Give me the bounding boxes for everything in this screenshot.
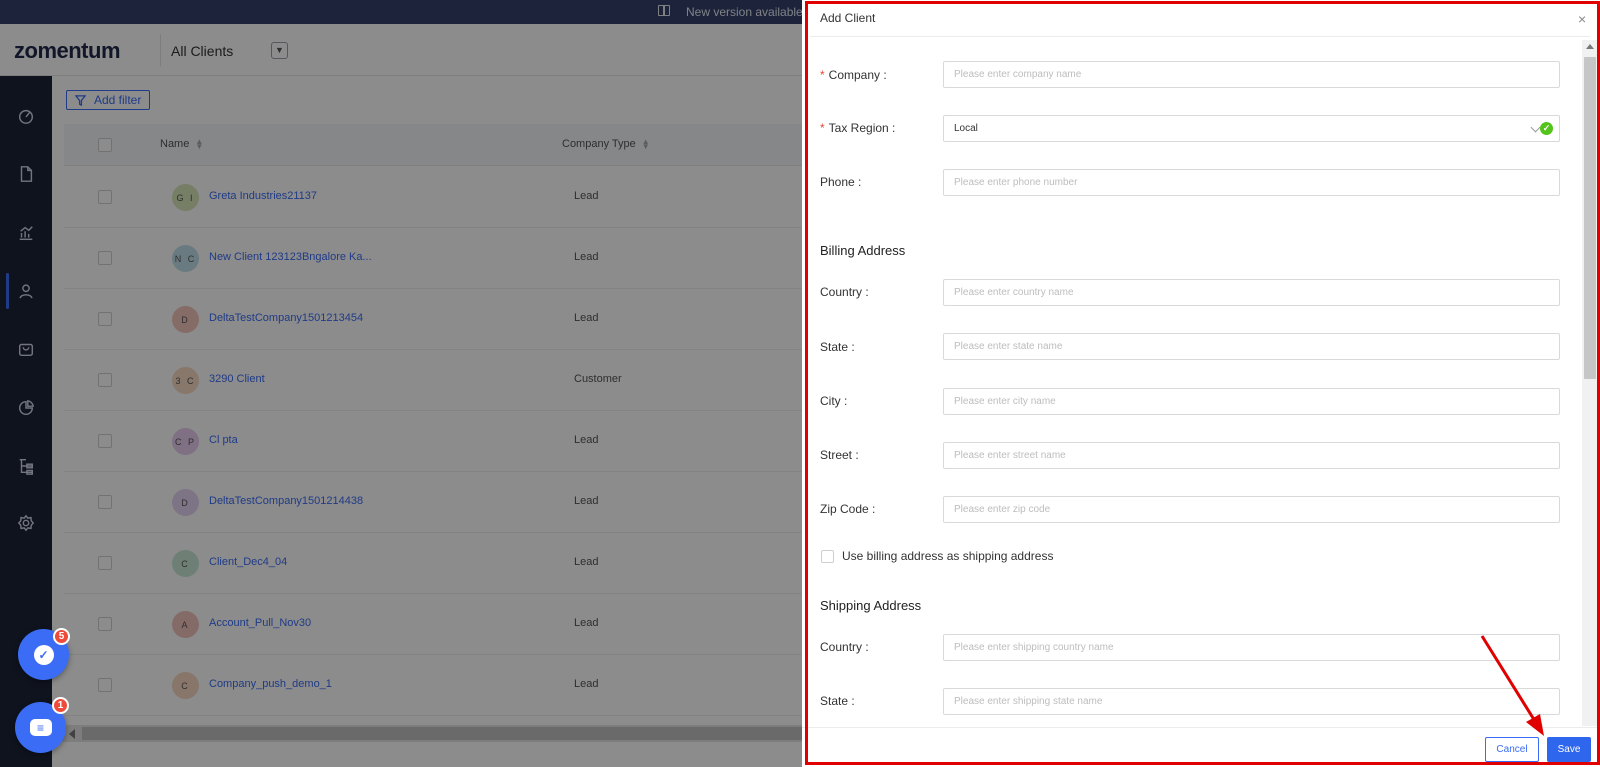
drawer-footer: Cancel Save [802,727,1600,767]
add-client-drawer: Add Client × * Company : Please enter com… [802,0,1600,767]
billing-street-label: Street : [820,448,859,462]
shipping-country-label: Country : [820,640,869,654]
same-address-checkbox[interactable] [821,550,834,563]
vertical-scrollbar[interactable] [1582,40,1598,726]
billing-zip-input[interactable]: Please enter zip code [943,496,1560,523]
drawer-divider [810,36,1590,37]
phone-input[interactable]: Please enter phone number [943,169,1560,196]
billing-state-label: State : [820,340,855,354]
save-button[interactable]: Save [1547,737,1591,762]
chat-icon: ≡ [29,719,52,736]
chat-badge: 1 [52,697,69,714]
billing-country-label: Country : [820,285,869,299]
check-icon: ✓ [33,644,54,665]
close-icon[interactable]: × [1578,12,1586,26]
billing-city-label: City : [820,394,848,408]
shipping-country-input[interactable]: Please enter shipping country name [943,634,1560,661]
scroll-up-icon[interactable] [1586,44,1594,49]
company-label: * Company : [820,68,887,82]
same-address-label[interactable]: Use billing address as shipping address [842,549,1053,563]
phone-label: Phone : [820,175,862,189]
check-circle-icon: ✓ [1540,122,1553,135]
scrollbar-thumb[interactable] [1584,57,1596,379]
tasks-badge: 5 [53,628,70,645]
chevron-down-icon [1530,122,1541,133]
shipping-state-input[interactable]: Please enter shipping state name [943,688,1560,715]
modal-overlay[interactable] [0,0,802,767]
shipping-address-title: Shipping Address [820,598,922,613]
tax-region-value: Local [954,123,978,134]
billing-address-title: Billing Address [820,243,906,258]
company-input[interactable]: Please enter company name [943,61,1560,88]
shipping-state-label: State : [820,694,855,708]
billing-street-input[interactable]: Please enter street name [943,442,1560,469]
billing-country-input[interactable]: Please enter country name [943,279,1560,306]
tax-region-label: * Tax Region : [820,121,896,135]
drawer-title: Add Client [820,11,876,25]
billing-state-input[interactable]: Please enter state name [943,333,1560,360]
billing-zip-label: Zip Code : [820,502,876,516]
billing-city-input[interactable]: Please enter city name [943,388,1560,415]
tax-region-select[interactable]: Local ✓ [943,115,1560,142]
cancel-button[interactable]: Cancel [1485,737,1539,762]
